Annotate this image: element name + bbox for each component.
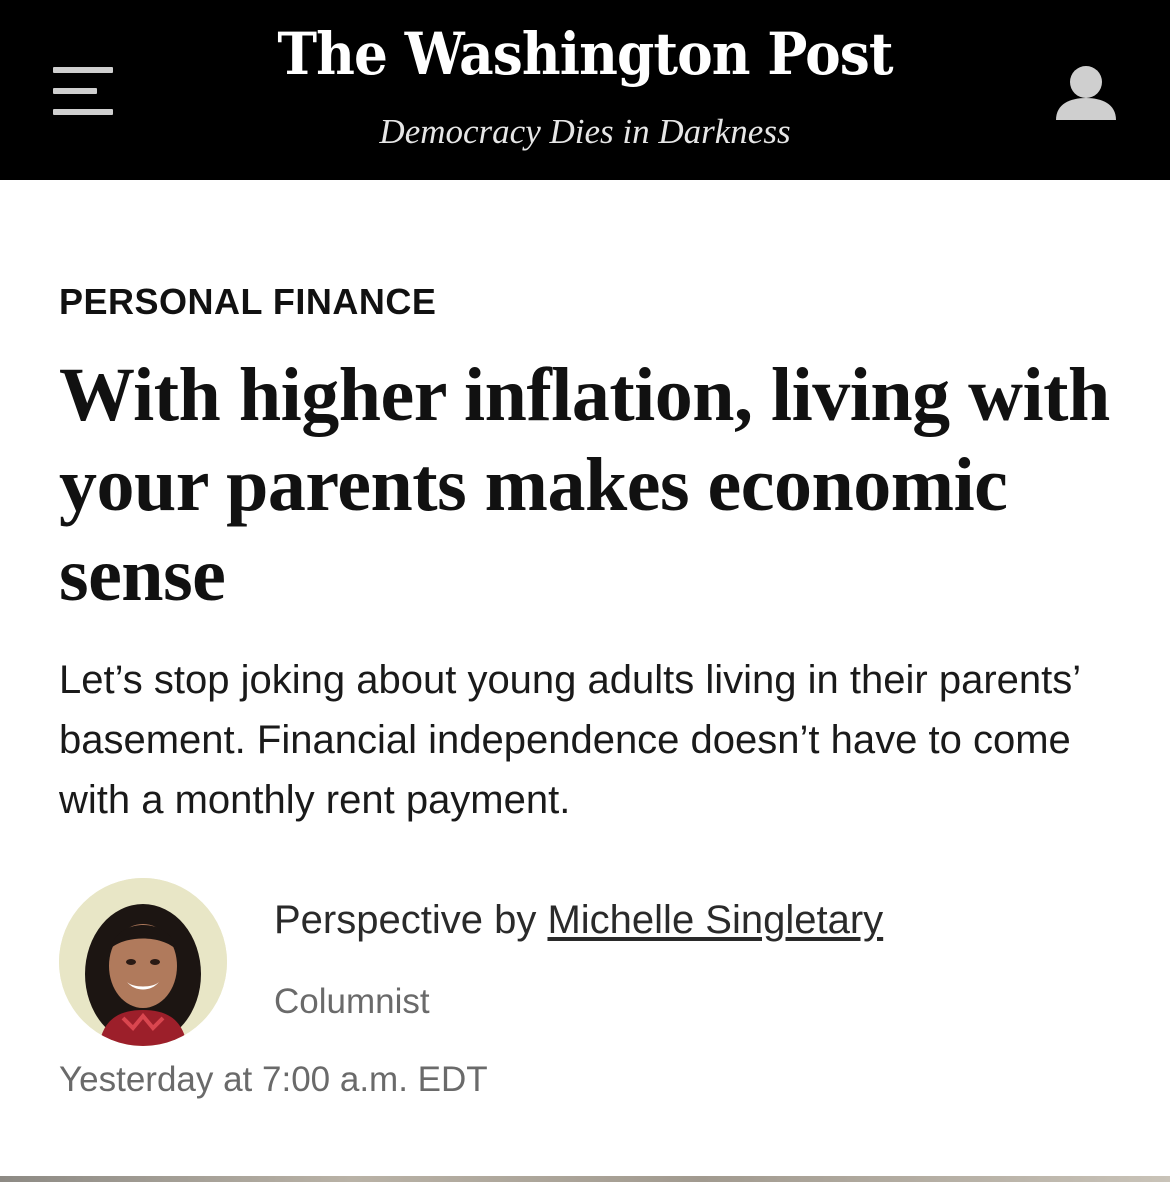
article-subheadline: Let’s stop joking about young adults liv… <box>59 658 1080 822</box>
section-kicker[interactable]: PERSONAL FINANCE <box>59 280 436 324</box>
account-button[interactable] <box>1052 62 1120 124</box>
site-logo[interactable]: The Washington Post <box>47 14 1123 94</box>
masthead: The Washington Post Democracy Dies in Da… <box>0 0 1170 180</box>
lead-image-edge <box>0 1176 1170 1182</box>
author-role: Columnist <box>274 982 430 1021</box>
byline: Perspective by Michelle Singletary <box>274 895 883 945</box>
publish-timestamp: Yesterday at 7:00 a.m. EDT <box>59 1060 488 1099</box>
author-link[interactable]: Michelle Singletary <box>547 898 883 942</box>
site-tagline: Democracy Dies in Darkness <box>379 112 791 151</box>
byline-prefix: Perspective by <box>274 898 537 942</box>
author-photo <box>59 878 227 1046</box>
user-icon <box>1056 66 1116 120</box>
article-headline: With higher inflation, living with your … <box>59 353 1110 617</box>
author-avatar[interactable] <box>59 878 227 1046</box>
